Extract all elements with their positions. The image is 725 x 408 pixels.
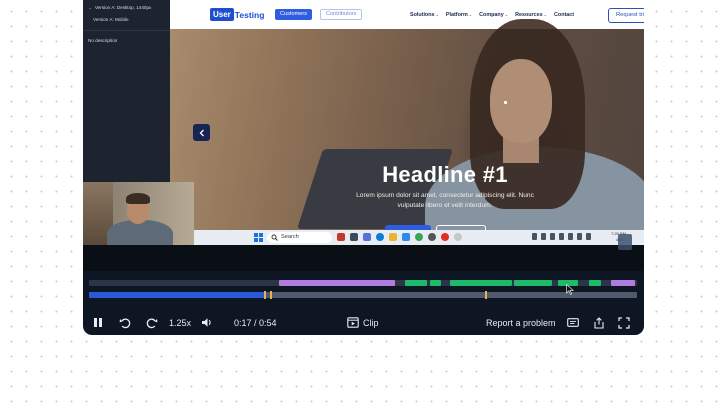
chevron-down-icon: ⌄	[504, 12, 509, 17]
fullscreen-icon	[618, 316, 630, 329]
taskbar-apps	[337, 233, 462, 241]
carousel-prev-button[interactable]	[193, 124, 210, 141]
progress-fill	[89, 292, 265, 298]
tab-contributors[interactable]: Contributors	[320, 9, 363, 20]
nav-solutions[interactable]: Solutions⌄	[410, 12, 439, 18]
progress-marker[interactable]	[264, 291, 267, 299]
mouse-cursor-icon	[566, 284, 574, 295]
tray-icon[interactable]	[559, 233, 564, 240]
nav-platform[interactable]: Platform⌄	[446, 12, 472, 18]
volume-icon	[202, 318, 211, 327]
task-segment[interactable]	[610, 280, 635, 286]
chrome-icon[interactable]	[415, 233, 423, 241]
task-timeline[interactable]	[89, 280, 637, 286]
clip-icon	[347, 317, 359, 328]
tray-icon[interactable]	[541, 233, 546, 240]
nav-resources[interactable]: Resources⌄	[515, 12, 547, 18]
playback-speed-button[interactable]: 1.25x	[169, 310, 191, 335]
folder-icon[interactable]	[389, 233, 397, 241]
fullscreen-button[interactable]	[618, 310, 630, 335]
app-icon[interactable]	[454, 233, 462, 241]
version-item-desktop[interactable]: ⌄ Version A: Desktop, 1440px	[88, 5, 151, 11]
chevron-down-icon: ⌄	[435, 12, 439, 17]
chevron-left-icon	[199, 129, 204, 136]
opera-icon[interactable]	[441, 233, 449, 241]
nav-contact[interactable]: Contact	[554, 12, 574, 18]
recorded-website: User Testing Customers Contributors Solut…	[170, 0, 644, 230]
wifi-icon[interactable]	[568, 233, 573, 240]
recording-badge	[618, 234, 632, 250]
captions-icon	[567, 318, 579, 327]
app-icon[interactable]	[363, 233, 371, 241]
tab-customers[interactable]: Customers	[275, 9, 313, 20]
rewind-button[interactable]	[119, 310, 131, 335]
mouse-pointer-dot	[504, 101, 507, 104]
volume-button[interactable]	[201, 310, 213, 335]
share-button[interactable]	[594, 310, 604, 335]
website-nav-links: Solutions⌄ Platform⌄ Company⌄ Resources⌄…	[410, 12, 574, 18]
windows-start-icon[interactable]	[254, 233, 263, 242]
task-segment[interactable]	[514, 280, 553, 286]
task-segment[interactable]	[588, 280, 601, 286]
store-icon[interactable]	[402, 233, 410, 241]
participant-hair	[126, 193, 150, 204]
os-taskbar: Search 7:25 PM 4/9/...	[170, 230, 644, 245]
report-problem-button[interactable]: Report a problem	[486, 310, 556, 335]
pause-button[interactable]	[93, 310, 103, 335]
sidebar-divider	[83, 30, 170, 31]
participant-webcam[interactable]	[83, 182, 194, 245]
hero-subtext: Lorem ipsum dolor sit amet, consectetur …	[356, 192, 534, 209]
tray-icon[interactable]	[550, 233, 555, 240]
hero-section: Headline #1 Lorem ipsum dolor sit amet, …	[170, 19, 644, 230]
app-icon[interactable]	[337, 233, 345, 241]
app-icon[interactable]	[428, 233, 436, 241]
edge-icon[interactable]	[376, 233, 384, 241]
search-icon	[271, 234, 278, 241]
rewind-icon	[119, 318, 131, 328]
progress-bar[interactable]	[89, 291, 637, 299]
version-item-mobile[interactable]: Version A: Mobile	[93, 17, 129, 22]
video-letterbox	[83, 245, 644, 271]
forward-button[interactable]	[146, 310, 158, 335]
hero-headline: Headline #1	[382, 162, 508, 187]
system-tray	[532, 233, 591, 240]
player-controls: 1.25x 0:17 / 0:54 Clip Report a problem	[83, 310, 644, 335]
share-icon	[594, 316, 604, 329]
chevron-down-icon: ⌄	[543, 12, 548, 17]
task-segment[interactable]	[405, 280, 428, 286]
sidebar-description: No description	[88, 38, 118, 43]
task-segment[interactable]	[429, 280, 441, 286]
chevron-down-icon: ⌄	[468, 12, 473, 17]
pause-icon	[94, 318, 102, 327]
video-player: ⌄ Version A: Desktop, 1440px Version A: M…	[83, 0, 644, 335]
app-icon[interactable]	[350, 233, 358, 241]
chevron-down-icon: ⌄	[88, 5, 92, 10]
task-segment[interactable]	[278, 280, 395, 286]
captions-button[interactable]	[567, 310, 579, 335]
request-trial-button[interactable]: Request tri	[608, 8, 644, 23]
website-navbar: User Testing Customers Contributors Solut…	[170, 0, 644, 29]
usertesting-logo[interactable]: User Testing	[210, 8, 264, 21]
battery-icon[interactable]	[586, 233, 591, 240]
time-display: 0:17 / 0:54	[234, 317, 277, 328]
progress-marker[interactable]	[484, 291, 487, 299]
progress-marker[interactable]	[270, 291, 273, 299]
volume-icon[interactable]	[577, 233, 582, 240]
forward-icon	[146, 318, 158, 328]
nav-company[interactable]: Company⌄	[479, 12, 508, 18]
tray-icon[interactable]	[532, 233, 537, 240]
clip-button[interactable]: Clip	[347, 310, 379, 335]
taskbar-search[interactable]: Search	[267, 232, 332, 243]
task-segment[interactable]	[450, 280, 513, 286]
